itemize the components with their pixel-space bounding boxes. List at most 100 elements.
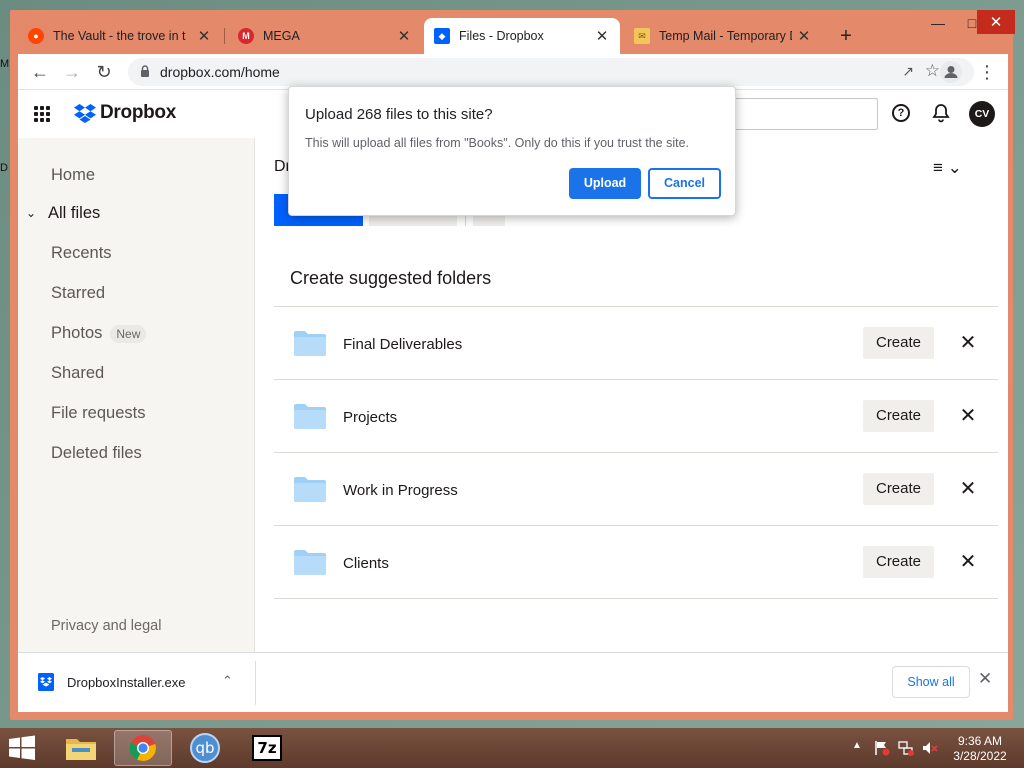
new-badge: New <box>110 324 147 343</box>
upload-button[interactable]: Upload <box>569 168 641 199</box>
tab-close-icon[interactable]: ✕ <box>594 27 610 45</box>
list-item: Work in Progress Create ✕ <box>274 453 998 526</box>
reddit-icon: ● <box>28 28 44 44</box>
file-explorer-taskbar-button[interactable] <box>52 730 110 766</box>
lock-icon <box>141 65 149 77</box>
help-icon[interactable]: ? <box>892 104 910 122</box>
browser-toolbar: ← → ↻ dropbox.com/home ↗ ☆ ⋮ <box>18 54 1008 90</box>
dialog-title: Upload 268 files to this site? <box>305 106 493 123</box>
system-clock[interactable]: 9:36 AM 3/28/2022 <box>946 734 1014 764</box>
notification-bell-icon[interactable] <box>932 103 950 123</box>
list-item: Projects Create ✕ <box>274 380 998 453</box>
close-icon[interactable]: ✕ <box>955 475 981 503</box>
7zip-taskbar-button[interactable]: 7z <box>238 730 296 766</box>
tab-files-dropbox[interactable]: ◆ Files - Dropbox ✕ <box>424 18 620 54</box>
close-icon[interactable]: ✕ <box>955 329 981 357</box>
tab-close-icon[interactable]: ✕ <box>196 27 212 45</box>
app-grid-icon[interactable] <box>34 106 50 122</box>
volume-muted-icon[interactable] <box>922 740 938 756</box>
folder-icon <box>294 477 326 502</box>
privacy-legal-link[interactable]: Privacy and legal <box>51 618 161 634</box>
folder-name: Final Deliverables <box>343 336 463 353</box>
list-view-icon[interactable]: ≡ ⌄ <box>933 158 962 178</box>
desktop-icon-fragment: D <box>0 162 8 174</box>
chevron-down-icon[interactable]: ⌄ <box>26 206 36 220</box>
close-icon[interactable]: ✕ <box>955 548 981 576</box>
close-icon[interactable]: ✕ <box>978 669 992 689</box>
mail-icon: ✉ <box>634 28 650 44</box>
sidebar-item-file-requests[interactable]: File requests <box>51 404 145 423</box>
folder-icon <box>66 739 96 760</box>
chevron-up-icon[interactable]: ⌃ <box>222 673 233 689</box>
close-icon[interactable]: ✕ <box>955 402 981 430</box>
folder-name: Projects <box>343 409 398 426</box>
tab-strip: ● The Vault - the trove in t ✕ M MEGA ✕ … <box>18 18 1008 54</box>
share-icon[interactable]: ↗ <box>902 63 914 80</box>
tab-close-icon[interactable]: ✕ <box>796 27 812 45</box>
taskbar: qb 7z ▲ 9:36 AM 3/28/2022 <box>0 728 1024 768</box>
folder-name: Work in Progress <box>343 482 458 499</box>
dropbox-logo[interactable]: Dropbox <box>74 102 176 124</box>
list-item: Clients Create ✕ <box>274 526 998 599</box>
tab-mega[interactable]: M MEGA ✕ <box>228 18 422 54</box>
tab-separator <box>224 28 225 44</box>
bookmark-star-icon[interactable]: ☆ <box>925 61 940 81</box>
new-tab-button[interactable]: + <box>834 24 858 48</box>
suggested-folders-title: Create suggested folders <box>290 268 492 288</box>
tab-temp-mail[interactable]: ✉ Temp Mail - Temporary D ✕ <box>624 18 822 54</box>
create-folder-button[interactable]: Create <box>863 327 934 359</box>
dropbox-logo-icon <box>74 104 96 123</box>
dropbox-icon: ◆ <box>434 28 450 44</box>
dialog-message: This will upload all files from "Books".… <box>305 136 690 150</box>
browser-menu-icon[interactable]: ⋮ <box>978 60 996 84</box>
reload-icon[interactable]: ↻ <box>92 60 116 84</box>
7zip-icon: 7z <box>252 735 282 761</box>
sidebar-item-shared[interactable]: Shared <box>51 364 104 383</box>
qbittorrent-taskbar-button[interactable]: qb <box>176 730 234 766</box>
create-folder-button[interactable]: Create <box>863 473 934 505</box>
tab-the-vault[interactable]: ● The Vault - the trove in t ✕ <box>18 18 222 54</box>
clock-time: 9:36 AM <box>957 734 1003 748</box>
sidebar-item-photos[interactable]: Photos New <box>51 324 147 343</box>
tab-title: MEGA <box>263 29 300 43</box>
tray-expand-icon[interactable]: ▲ <box>852 740 862 751</box>
logo-text: Dropbox <box>100 102 177 123</box>
show-all-button[interactable]: Show all <box>892 666 970 698</box>
sidebar-item-starred[interactable]: Starred <box>51 284 105 303</box>
shelf-divider <box>255 661 256 705</box>
qbittorrent-icon: qb <box>190 733 220 763</box>
sidebar-item-all-files[interactable]: All files <box>48 204 100 223</box>
folder-icon <box>294 331 326 356</box>
sidebar-item-recents[interactable]: Recents <box>51 244 112 263</box>
profile-icon[interactable] <box>940 61 962 83</box>
network-icon[interactable] <box>898 740 914 756</box>
back-icon[interactable]: ← <box>28 60 52 84</box>
sidebar-item-deleted-files[interactable]: Deleted files <box>51 444 142 463</box>
download-file-name[interactable]: DropboxInstaller.exe <box>67 675 186 690</box>
tab-title: Files - Dropbox <box>459 29 544 43</box>
avatar[interactable]: CV <box>969 101 995 127</box>
forward-icon[interactable]: → <box>60 60 84 84</box>
installer-file-icon <box>38 673 54 691</box>
cancel-button[interactable]: Cancel <box>648 168 721 199</box>
action-center-flag-icon[interactable] <box>874 740 890 756</box>
folder-icon <box>294 404 326 429</box>
download-shelf: DropboxInstaller.exe ⌃ Show all ✕ <box>18 652 1008 712</box>
tab-title: Temp Mail - Temporary D <box>659 29 792 43</box>
create-folder-button[interactable]: Create <box>863 400 934 432</box>
search-input[interactable] <box>718 98 878 130</box>
chrome-taskbar-button[interactable] <box>114 730 172 766</box>
address-bar[interactable]: dropbox.com/home ↗ ☆ <box>128 58 974 86</box>
tab-title: The Vault - the trove in t <box>53 29 186 43</box>
folder-icon <box>294 550 326 575</box>
upload-permission-dialog: Upload 268 files to this site? This will… <box>288 86 736 216</box>
sidebar-item-home[interactable]: Home <box>51 166 95 185</box>
desktop-icon-fragment: M <box>0 58 10 70</box>
tab-close-icon[interactable]: ✕ <box>396 27 412 45</box>
windows-start-icon[interactable] <box>6 734 38 762</box>
list-item: Final Deliverables Create ✕ <box>274 307 998 380</box>
url-text: dropbox.com/home <box>160 64 280 80</box>
create-folder-button[interactable]: Create <box>863 546 934 578</box>
suggested-folder-list: Final Deliverables Create ✕ Projects Cre… <box>274 306 998 599</box>
chrome-icon <box>129 735 156 761</box>
